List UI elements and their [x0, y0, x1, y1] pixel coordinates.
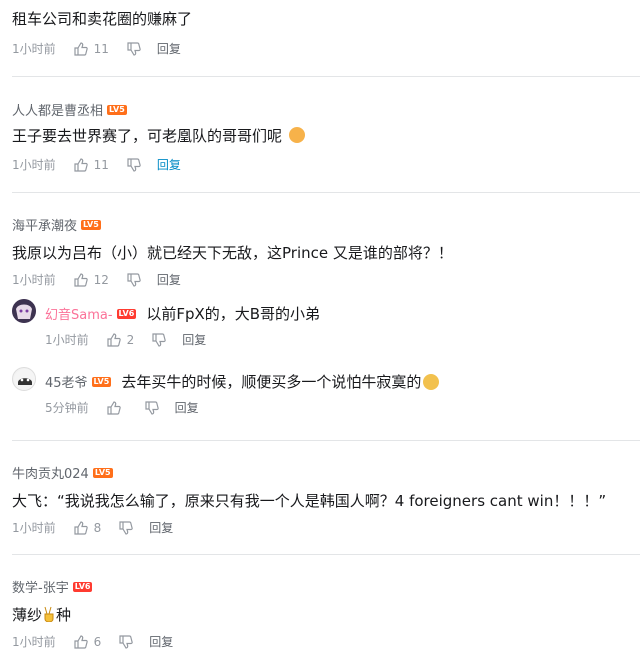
divider: [12, 554, 640, 555]
comment-time: 1小时前: [12, 635, 56, 649]
comment-meta: 1小时前 6 回复: [12, 633, 173, 650]
reply-time: 5分钟前: [45, 401, 89, 415]
level-badge: LV5: [92, 467, 113, 478]
dislike-button[interactable]: [119, 634, 134, 649]
reply-button[interactable]: 回复: [149, 519, 173, 536]
level-badge: LV5: [81, 219, 101, 230]
reply-text: 以前FpX的，大B哥的小弟: [146, 305, 321, 323]
comment-username-row: 数学-张宇 LV6: [12, 577, 93, 596]
comment-meta: 1小时前 11 回复: [12, 156, 181, 173]
comment-text: 薄纱: [12, 606, 43, 624]
sub-reply-header: 45老爷 LV5 去年买牛的时候，顺便买多一个说怕牛寂寞的: [45, 371, 440, 392]
thumb-up-icon: [74, 272, 88, 287]
username[interactable]: 海平承潮夜: [12, 215, 77, 234]
like-button[interactable]: 12: [74, 273, 109, 287]
comment-time: 1小时前: [12, 521, 56, 535]
comment-text-row: 薄纱种: [12, 604, 71, 625]
thumb-down-icon: [119, 634, 134, 649]
like-button[interactable]: 11: [74, 42, 109, 56]
reply-button[interactable]: 回复: [175, 399, 199, 416]
reply-button[interactable]: 回复: [157, 271, 181, 288]
divider: [12, 76, 640, 77]
thumb-down-icon: [127, 272, 141, 287]
like-count: 8: [93, 520, 102, 535]
thumb-down-icon: [119, 520, 134, 535]
username[interactable]: 数学-张宇: [12, 577, 69, 596]
reply-meta: 5分钟前 回复: [45, 399, 199, 416]
dislike-button[interactable]: [127, 272, 141, 287]
emoji-icon: [423, 373, 440, 390]
dislike-button[interactable]: [119, 520, 134, 535]
comment-username-row: 海平承潮夜 LV5: [12, 215, 101, 234]
thumb-up-icon: [107, 400, 121, 415]
like-button[interactable]: 2: [107, 332, 135, 347]
comment-meta: 1小时前 12 回复: [12, 271, 181, 288]
reply-button[interactable]: 回复: [157, 40, 181, 57]
username[interactable]: 牛肉贡丸024: [12, 463, 89, 482]
level-badge: LV6: [116, 308, 137, 319]
reply-button[interactable]: 回复: [157, 156, 181, 173]
thumb-down-icon: [145, 400, 159, 415]
comment-text: 我原以为吕布（小）就已经天下无敌，这Prince 又是谁的部将？！: [12, 244, 453, 262]
like-button[interactable]: 8: [74, 520, 102, 535]
comment-text: 租车公司和卖花圈的赚麻了: [12, 10, 193, 28]
dislike-button[interactable]: [127, 41, 141, 56]
comment-username-row: 牛肉贡丸024 LV5: [12, 463, 113, 482]
comment-text: 大飞：“我说我怎么输了，原来只有我一个人是韩国人啊？4 foreigners c…: [12, 492, 607, 510]
thumb-up-icon: [107, 332, 121, 347]
like-button[interactable]: 6: [74, 634, 102, 649]
comment-text-end: 种: [56, 606, 72, 624]
like-count: 2: [126, 332, 135, 347]
dislike-button[interactable]: [145, 400, 159, 415]
like-count: 11: [93, 157, 109, 172]
username[interactable]: 45老爷: [45, 372, 88, 391]
reply-button[interactable]: 回复: [182, 331, 206, 348]
avatar[interactable]: [12, 367, 36, 391]
comment-username-row: 人人都是曹丞相 LV5: [12, 100, 127, 119]
like-button[interactable]: [107, 400, 127, 415]
like-count: 11: [93, 41, 109, 56]
divider: [12, 192, 640, 193]
emoji-icon: [288, 127, 305, 143]
dislike-button[interactable]: [127, 157, 141, 172]
comment-text-row: 王子要去世界赛了，可老凰队的哥哥们呢: [12, 125, 305, 146]
dislike-button[interactable]: [152, 332, 167, 347]
thumb-up-icon: [74, 157, 88, 172]
comment-time: 1小时前: [12, 42, 56, 56]
victory-hand-emoji: [44, 606, 54, 623]
comment-meta: 1小时前 8 回复: [12, 519, 173, 536]
username[interactable]: 人人都是曹丞相: [12, 100, 103, 119]
level-badge: LV6: [72, 581, 93, 592]
avatar[interactable]: [12, 299, 36, 323]
username[interactable]: 幻音Sama-: [45, 304, 113, 323]
thumb-up-icon: [74, 41, 88, 56]
comment-text: 王子要去世界赛了，可老凰队的哥哥们呢: [12, 127, 283, 145]
like-count: 6: [93, 634, 102, 649]
comment-time: 1小时前: [12, 273, 56, 287]
reply-time: 1小时前: [45, 333, 89, 347]
thumb-up-icon: [74, 634, 88, 649]
thumb-down-icon: [127, 41, 141, 56]
thumb-down-icon: [152, 332, 167, 347]
like-button[interactable]: 11: [74, 158, 109, 172]
thumb-down-icon: [127, 157, 141, 172]
level-badge: LV5: [91, 376, 112, 387]
like-count: 12: [93, 272, 109, 287]
comment-meta: 1小时前 11 回复: [12, 40, 181, 57]
reply-meta: 1小时前 2 回复: [45, 331, 206, 348]
sub-reply-header: 幻音Sama- LV6 以前FpX的，大B哥的小弟: [45, 303, 320, 324]
comment-time: 1小时前: [12, 158, 56, 172]
thumb-up-icon: [74, 520, 88, 535]
reply-button[interactable]: 回复: [149, 633, 173, 650]
divider: [12, 440, 640, 441]
level-badge: LV5: [107, 104, 127, 115]
reply-text: 去年买牛的时候，顺便买多一个说怕牛寂寞的: [121, 373, 422, 391]
